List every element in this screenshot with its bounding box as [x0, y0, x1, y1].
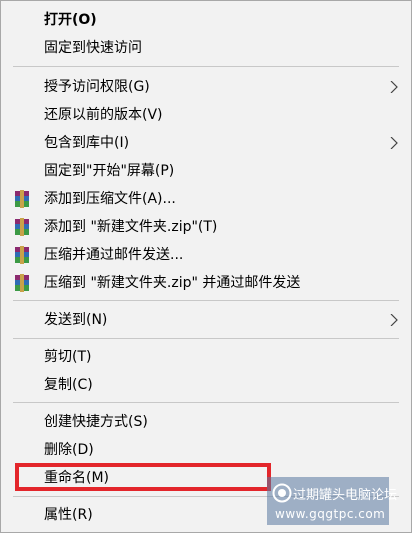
menu-separator	[13, 66, 399, 67]
menu-item-label: 发送到(N)	[44, 312, 108, 328]
menu-item-send-to[interactable]: 发送到(N)	[1, 306, 411, 334]
menu-item-add-to-archive[interactable]: 添加到压缩文件(A)...	[1, 185, 411, 213]
menu-item-pin-to-start[interactable]: 固定到"开始"屏幕(P)	[1, 157, 411, 185]
menu-item-give-access[interactable]: 授予访问权限(G)	[1, 73, 411, 101]
watermark-url: www.gqgtpc.com	[275, 507, 386, 521]
menu-item-include-in-library[interactable]: 包含到库中(I)	[1, 129, 411, 157]
menu-item-label: 添加到 "新建文件夹.zip"(T)	[44, 219, 218, 235]
menu-item-label: 压缩到 "新建文件夹.zip" 并通过邮件发送	[44, 275, 301, 291]
winrar-icon	[15, 246, 29, 264]
menu-separator	[13, 300, 399, 301]
menu-item-label: 剪切(T)	[44, 349, 92, 365]
menu-item-label: 打开(O)	[44, 12, 97, 28]
winrar-icon	[15, 218, 29, 236]
menu-item-compress-and-email[interactable]: 压缩并通过邮件发送...	[1, 241, 411, 269]
menu-item-label: 添加到压缩文件(A)...	[44, 191, 176, 207]
menu-item-label: 固定到"开始"屏幕(P)	[44, 163, 175, 179]
menu-item-create-shortcut[interactable]: 创建快捷方式(S)	[1, 408, 411, 436]
menu-item-label: 删除(D)	[44, 442, 94, 458]
chevron-right-icon	[390, 137, 398, 149]
menu-item-label: 授予访问权限(G)	[44, 79, 150, 95]
menu-item-open[interactable]: 打开(O)	[1, 6, 411, 34]
menu-item-delete[interactable]: 删除(D)	[1, 436, 411, 464]
winrar-icon	[15, 274, 29, 292]
menu-item-label: 还原以前的版本(V)	[44, 107, 163, 123]
menu-item-label: 创建快捷方式(S)	[44, 414, 148, 430]
menu-item-add-to-zip[interactable]: 添加到 "新建文件夹.zip"(T)	[1, 213, 411, 241]
menu-separator	[13, 402, 399, 403]
forum-logo-icon	[272, 483, 292, 503]
winrar-icon	[15, 190, 29, 208]
menu-item-label: 包含到库中(I)	[44, 135, 130, 151]
watermark-title: 过期罐头电脑论坛	[293, 488, 398, 503]
menu-separator	[13, 338, 399, 339]
menu-item-label: 固定到快速访问	[44, 40, 142, 56]
menu-item-cut[interactable]: 剪切(T)	[1, 343, 411, 371]
context-menu: 打开(O) 固定到快速访问 授予访问权限(G) 还原以前的版本(V) 包含到库中…	[0, 0, 412, 533]
menu-item-label: 压缩并通过邮件发送...	[44, 247, 184, 263]
menu-item-compress-zip-and-email[interactable]: 压缩到 "新建文件夹.zip" 并通过邮件发送	[1, 269, 411, 297]
chevron-right-icon	[390, 314, 398, 326]
menu-item-label: 复制(C)	[44, 377, 93, 393]
menu-item-restore-versions[interactable]: 还原以前的版本(V)	[1, 101, 411, 129]
watermark: 过期罐头电脑论坛 www.gqgtpc.com	[267, 477, 397, 525]
menu-item-copy[interactable]: 复制(C)	[1, 371, 411, 399]
menu-item-pin-quick-access[interactable]: 固定到快速访问	[1, 34, 411, 62]
menu-item-label: 属性(R)	[44, 507, 93, 523]
chevron-right-icon	[390, 81, 398, 93]
rename-highlight-box	[15, 463, 271, 491]
